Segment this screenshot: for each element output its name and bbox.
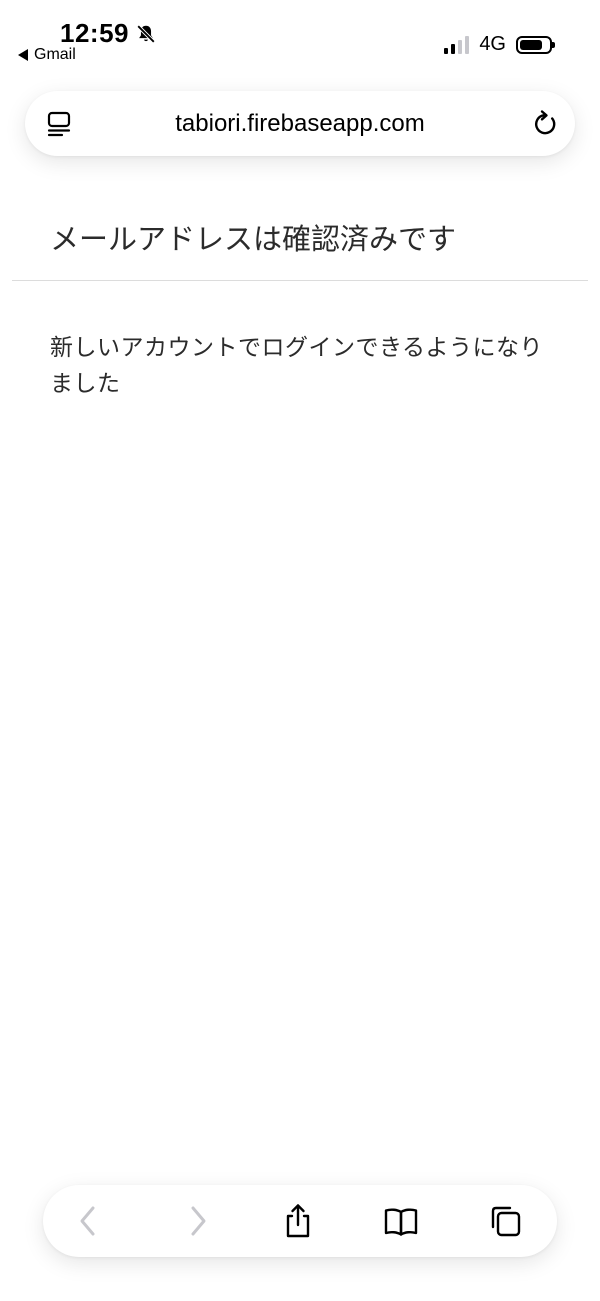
signal-bar xyxy=(458,39,463,54)
bookmarks-icon[interactable] xyxy=(383,1203,419,1239)
signal-bar xyxy=(465,35,470,54)
page-message: 新しいアカウントでログインできるようになりました xyxy=(50,335,544,397)
tabs-icon[interactable] xyxy=(486,1203,522,1239)
battery-icon xyxy=(516,35,555,54)
signal-bar xyxy=(444,47,449,54)
time-group: 12:59 xyxy=(60,18,157,49)
battery-cap xyxy=(552,41,555,48)
bottom-toolbar xyxy=(43,1185,557,1257)
divider xyxy=(12,280,588,281)
network-type: 4G xyxy=(479,33,506,55)
back-app-label: Gmail xyxy=(34,46,76,63)
forward-icon[interactable] xyxy=(179,1203,215,1239)
battery-level xyxy=(520,39,542,50)
back-icon[interactable] xyxy=(71,1203,107,1239)
url-display[interactable]: tabiori.firebaseapp.com xyxy=(95,110,505,138)
bell-slash-icon xyxy=(136,24,156,43)
address-bar[interactable]: tabiori.firebaseapp.com xyxy=(25,91,575,156)
safari-screen: 12:59 Gmail 4G tabiori.firebaseapp.com メ… xyxy=(0,0,600,1301)
back-triangle-icon xyxy=(18,49,28,61)
page-menu-icon[interactable] xyxy=(45,109,75,139)
status-indicators: 4G xyxy=(444,33,555,56)
share-icon[interactable] xyxy=(280,1203,316,1239)
status-time: 12:59 xyxy=(60,18,129,48)
signal-bar xyxy=(451,43,456,54)
reload-icon[interactable] xyxy=(531,109,561,139)
back-to-app-link[interactable]: Gmail xyxy=(18,46,76,64)
status-bar: 12:59 Gmail 4G xyxy=(0,0,600,72)
page-title: メールアドレスは確認済みです xyxy=(50,222,457,256)
cellular-signal-icon xyxy=(444,35,470,54)
